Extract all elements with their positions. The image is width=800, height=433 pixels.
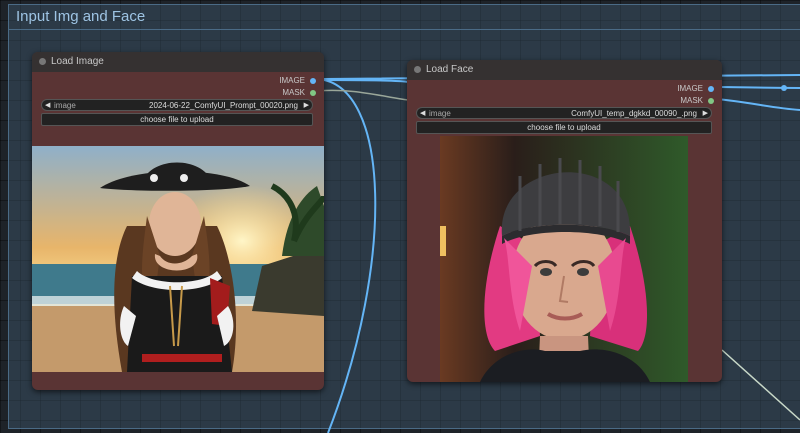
- collapse-dot-icon[interactable]: [39, 58, 46, 65]
- node-title: Load Image: [51, 56, 104, 67]
- output-image-label: IMAGE: [677, 84, 703, 93]
- combo-value: ComfyUI_temp_dgkkd_00090_.png: [571, 109, 697, 118]
- image-preview: [440, 136, 688, 382]
- output-image[interactable]: IMAGE: [279, 76, 316, 85]
- group-title-divider: [9, 29, 800, 30]
- upload-button[interactable]: choose file to upload: [41, 113, 313, 126]
- load-face-node[interactable]: Load Face IMAGE MASK ◀ image ComfyUI_tem…: [407, 60, 722, 382]
- image-combo[interactable]: ◀ image 2024-06-22_ComfyUI_Prompt_00020.…: [41, 99, 313, 111]
- upload-button[interactable]: choose file to upload: [416, 121, 712, 134]
- output-mask-label: MASK: [282, 88, 305, 97]
- mask-port-icon[interactable]: [310, 89, 316, 96]
- collapse-dot-icon[interactable]: [414, 66, 421, 73]
- image-combo[interactable]: ◀ image ComfyUI_temp_dgkkd_00090_.png ▶: [416, 107, 712, 119]
- output-image[interactable]: IMAGE: [677, 84, 714, 93]
- output-mask[interactable]: MASK: [680, 96, 714, 105]
- group-title[interactable]: Input Img and Face: [16, 8, 145, 25]
- combo-left-arrow-icon[interactable]: ◀: [45, 100, 50, 112]
- pink-hair-woman-preview-image: [440, 136, 688, 382]
- output-image-label: IMAGE: [279, 76, 305, 85]
- image-port-icon[interactable]: [310, 77, 316, 84]
- output-mask[interactable]: MASK: [282, 88, 316, 97]
- load-image-node[interactable]: Load Image IMAGE MASK ◀ image 2024-06-22…: [32, 52, 324, 390]
- combo-right-arrow-icon[interactable]: ▶: [703, 108, 708, 120]
- pirate-woman-preview-image: [32, 146, 324, 372]
- image-port-icon[interactable]: [708, 85, 714, 92]
- output-mask-label: MASK: [680, 96, 703, 105]
- combo-label: image: [429, 109, 451, 118]
- node-header[interactable]: Load Image: [32, 52, 324, 72]
- combo-value: 2024-06-22_ComfyUI_Prompt_00020.png: [149, 101, 298, 110]
- node-title: Load Face: [426, 64, 474, 75]
- combo-right-arrow-icon[interactable]: ▶: [304, 100, 309, 112]
- image-preview: [32, 146, 324, 372]
- mask-port-icon[interactable]: [708, 97, 714, 104]
- combo-left-arrow-icon[interactable]: ◀: [420, 108, 425, 120]
- combo-label: image: [54, 101, 76, 110]
- node-header[interactable]: Load Face: [407, 60, 722, 80]
